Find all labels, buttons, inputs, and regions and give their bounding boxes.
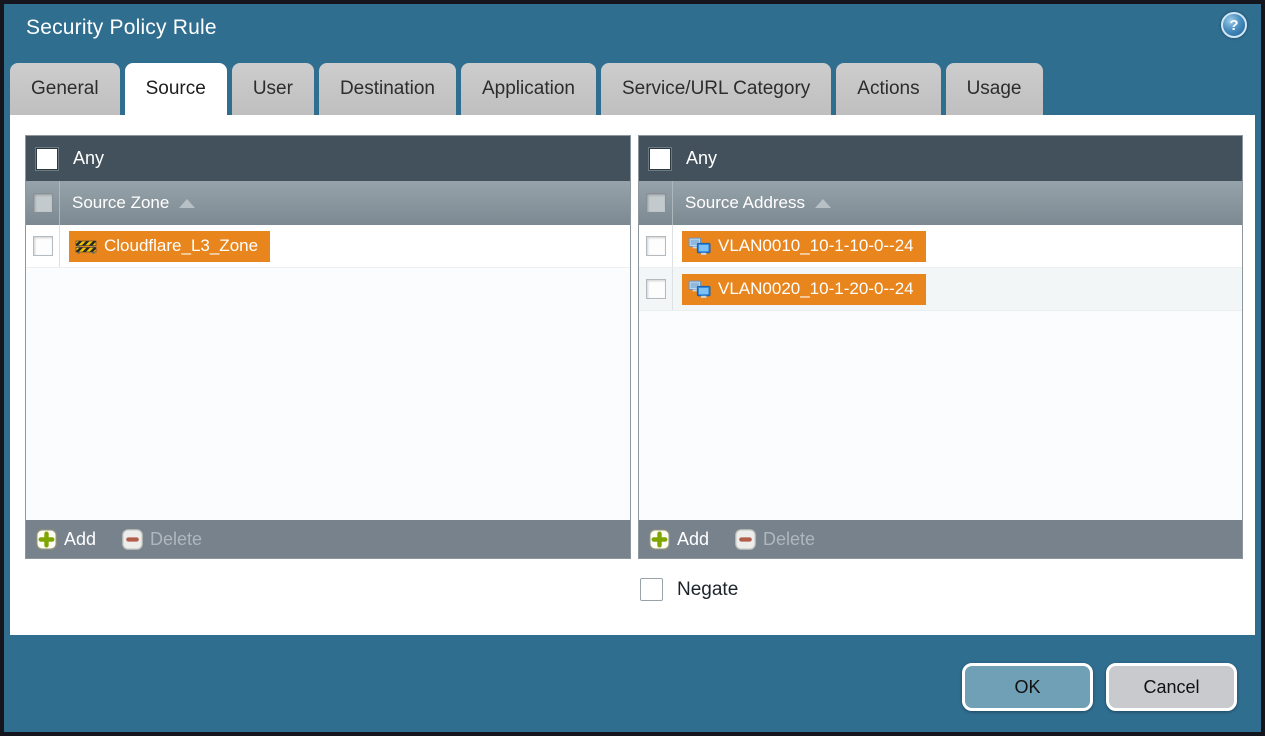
source-zone-list: Cloudflare_L3_Zone xyxy=(26,225,630,520)
source-zone-column-header[interactable]: Source Zone xyxy=(26,181,630,225)
source-address-row[interactable]: VLAN0020_10-1-20-0--24 xyxy=(639,268,1242,311)
row-checkbox-cell xyxy=(639,268,673,310)
source-address-column-label: Source Address xyxy=(685,193,806,212)
source-address-row-checkbox[interactable] xyxy=(645,279,666,299)
source-zone-row-checkbox[interactable] xyxy=(32,236,53,256)
zone-icon xyxy=(75,240,97,254)
security-policy-rule-dialog: Security Policy Rule ? General Source Us… xyxy=(0,0,1265,736)
tab-actions[interactable]: Actions xyxy=(836,63,941,115)
source-address-column-header[interactable]: Source Address xyxy=(639,181,1242,225)
source-zone-item-label: Cloudflare_L3_Zone xyxy=(104,236,259,255)
negate-checkbox[interactable] xyxy=(640,578,663,601)
delete-icon xyxy=(735,528,756,550)
source-zone-delete-button[interactable]: Delete xyxy=(122,529,202,550)
network-icon xyxy=(688,237,711,255)
source-address-row-checkbox[interactable] xyxy=(645,236,666,256)
row-checkbox-cell xyxy=(26,225,60,267)
source-address-any-checkbox[interactable] xyxy=(649,147,671,170)
source-address-any-label: Any xyxy=(686,148,718,168)
source-zone-any-header: Any xyxy=(26,136,630,181)
tab-service-url-category[interactable]: Service/URL Category xyxy=(600,63,832,115)
add-icon xyxy=(649,528,670,550)
source-zone-add-button[interactable]: Add xyxy=(36,529,96,550)
source-zone-panel: Any Source Zone Cloudflare_L3_Zone Add D… xyxy=(25,135,631,559)
tab-user[interactable]: User xyxy=(231,63,314,115)
add-label: Add xyxy=(677,528,710,549)
select-all-cell xyxy=(26,181,60,225)
cancel-button[interactable]: Cancel xyxy=(1106,663,1237,711)
tab-bar: General Source User Destination Applicat… xyxy=(10,63,1043,115)
source-address-list: VLAN0010_10-1-10-0--24 VLAN0020_10-1-20-… xyxy=(639,225,1242,520)
source-zone-select-all-checkbox[interactable] xyxy=(32,193,53,213)
source-zone-footer: Add Delete xyxy=(26,520,630,558)
source-zone-column-label: Source Zone xyxy=(72,193,170,212)
source-zone-item[interactable]: Cloudflare_L3_Zone xyxy=(69,230,271,262)
dialog-title: Security Policy Rule xyxy=(26,16,217,39)
source-address-row[interactable]: VLAN0010_10-1-10-0--24 xyxy=(639,225,1242,268)
source-zone-any-checkbox[interactable] xyxy=(36,147,58,170)
source-address-select-all-checkbox[interactable] xyxy=(645,193,666,213)
add-label: Add xyxy=(64,528,97,549)
help-icon[interactable]: ? xyxy=(1221,12,1247,38)
source-zone-any-label: Any xyxy=(73,148,105,168)
delete-label: Delete xyxy=(763,528,816,549)
sort-ascending-icon xyxy=(815,198,832,208)
source-address-any-header: Any xyxy=(639,136,1242,181)
source-zone-row[interactable]: Cloudflare_L3_Zone xyxy=(26,225,630,268)
tab-source[interactable]: Source xyxy=(124,63,227,115)
source-address-add-button[interactable]: Add xyxy=(649,529,709,550)
negate-control: Negate xyxy=(640,578,738,601)
network-icon xyxy=(688,280,711,298)
select-all-cell xyxy=(639,181,673,225)
tab-destination[interactable]: Destination xyxy=(318,63,456,115)
source-address-panel: Any Source Address VLAN0010_10-1-10-0--2… xyxy=(638,135,1243,559)
sort-ascending-icon xyxy=(179,198,196,208)
source-address-footer: Add Delete xyxy=(639,520,1242,558)
source-address-item[interactable]: VLAN0020_10-1-20-0--24 xyxy=(682,273,926,305)
tab-usage[interactable]: Usage xyxy=(945,63,1043,115)
negate-label: Negate xyxy=(677,578,739,600)
delete-label: Delete xyxy=(150,528,203,549)
source-address-item-label: VLAN0020_10-1-20-0--24 xyxy=(718,279,914,298)
ok-button[interactable]: OK xyxy=(962,663,1093,711)
source-address-delete-button[interactable]: Delete xyxy=(735,529,815,550)
tab-general[interactable]: General xyxy=(10,63,120,115)
add-icon xyxy=(36,528,57,550)
row-checkbox-cell xyxy=(639,225,673,267)
source-address-item[interactable]: VLAN0010_10-1-10-0--24 xyxy=(682,230,926,262)
source-address-item-label: VLAN0010_10-1-10-0--24 xyxy=(718,236,914,255)
tab-application[interactable]: Application xyxy=(461,63,596,115)
source-tab-content: Any Source Zone Cloudflare_L3_Zone Add D… xyxy=(10,115,1255,635)
delete-icon xyxy=(122,528,143,550)
